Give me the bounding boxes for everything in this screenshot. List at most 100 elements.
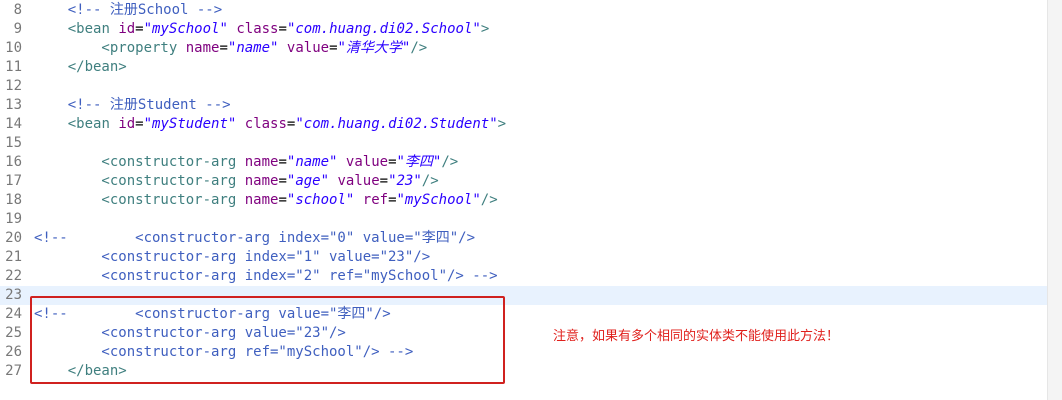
code-line[interactable]: 15 <box>0 134 1048 153</box>
code-token: id <box>118 21 136 37</box>
code-token: class <box>236 21 279 37</box>
code-line[interactable]: 21 <constructor-arg index="1" value="23"… <box>0 248 1048 267</box>
annotation-highlight-box <box>30 296 505 384</box>
code-line[interactable]: 9 <bean id="mySchool" class="com.huang.d… <box>0 20 1048 39</box>
code-token: bean <box>76 116 110 132</box>
code-token: /> <box>421 173 439 189</box>
code-token: < <box>34 154 110 170</box>
line-code: <constructor-arg name="school" ref="mySc… <box>34 191 498 210</box>
line-number: 23 <box>5 287 22 303</box>
code-token: = <box>135 21 144 37</box>
line-number: 26 <box>5 344 22 360</box>
code-token: /> <box>410 40 428 56</box>
code-line[interactable]: 10 <property name="name" value="清华大学"/> <box>0 39 1048 58</box>
code-token: "com.huang.di02.School" <box>286 21 481 37</box>
code-token: < <box>34 192 110 208</box>
code-token: "23" <box>388 173 422 189</box>
code-token: <constructor-arg index="1" value="23"/> <box>34 249 431 265</box>
code-token: class <box>244 116 287 132</box>
code-token: = <box>278 192 287 208</box>
code-token: name <box>244 173 279 189</box>
code-token: = <box>219 40 228 56</box>
code-token: = <box>278 21 287 37</box>
line-number: 16 <box>5 154 22 170</box>
code-token: "myStudent" <box>143 116 237 132</box>
code-token: < <box>34 40 110 56</box>
code-token: < <box>34 116 77 132</box>
line-number: 25 <box>5 325 22 341</box>
line-number: 15 <box>5 135 22 151</box>
code-line[interactable]: 19 <box>0 210 1048 229</box>
line-number: 27 <box>5 363 22 379</box>
line-code: </bean> <box>34 58 127 77</box>
line-code: <!-- <constructor-arg index="0" value="李… <box>34 229 475 248</box>
code-token: bean <box>84 59 119 75</box>
code-token: <!-- 注册School --> <box>67 2 223 18</box>
code-token: > <box>480 21 490 37</box>
code-line[interactable]: 18 <constructor-arg name="school" ref="m… <box>0 191 1048 210</box>
code-token: bean <box>76 21 110 37</box>
code-line[interactable]: 20 <!-- <constructor-arg index="0" value=… <box>0 229 1048 248</box>
line-number: 8 <box>13 2 22 18</box>
line-number: 11 <box>5 59 22 75</box>
code-token: < <box>34 21 77 37</box>
code-editor[interactable]: 8 <!-- 注册School --> 9 <bean id="mySchool"… <box>0 0 1062 400</box>
line-number: 10 <box>5 40 22 56</box>
code-token: /> <box>480 192 498 208</box>
code-token: constructor-arg <box>109 173 237 189</box>
line-number: 17 <box>5 173 22 189</box>
code-token: < <box>34 173 110 189</box>
code-line[interactable]: 12 <box>0 77 1048 96</box>
code-token: = <box>329 40 338 56</box>
code-token: <constructor-arg index="2" ref="mySchool… <box>34 268 498 284</box>
code-token: </ <box>34 59 85 75</box>
code-token: name <box>185 40 220 56</box>
line-number: 13 <box>5 97 22 113</box>
code-line[interactable]: 16 <constructor-arg name="name" value="李… <box>0 153 1048 172</box>
code-token: ref <box>362 192 389 208</box>
line-code: <property name="name" value="清华大学"/> <box>34 39 427 58</box>
line-number: 12 <box>5 78 22 94</box>
code-line[interactable]: 17 <constructor-arg name="age" value="23… <box>0 172 1048 191</box>
code-token: "李四" <box>396 154 442 170</box>
code-token: "com.huang.di02.Student" <box>295 116 498 132</box>
code-token: value <box>337 173 380 189</box>
code-token: id <box>118 116 136 132</box>
code-token: name <box>244 192 279 208</box>
line-number: 19 <box>5 211 22 227</box>
code-token: name <box>244 154 279 170</box>
vertical-scrollbar[interactable] <box>1047 0 1062 400</box>
code-token: constructor-arg <box>109 154 237 170</box>
line-number: 18 <box>5 192 22 208</box>
code-line[interactable]: 13 <!-- 注册Student --> <box>0 96 1048 115</box>
code-token: "name" <box>227 40 279 56</box>
line-number: 24 <box>5 306 22 322</box>
code-line[interactable]: 11 </bean> <box>0 58 1048 77</box>
code-token: "age" <box>286 173 330 189</box>
line-code: <constructor-arg name="age" value="23"/> <box>34 172 439 191</box>
code-token: = <box>278 173 287 189</box>
line-number: 21 <box>5 249 22 265</box>
annotation-note: 注意，如果有多个相同的实体类不能使用此方法！ <box>553 329 840 344</box>
code-token: "school" <box>286 192 355 208</box>
line-number: 20 <box>5 230 22 246</box>
code-token: = <box>388 192 397 208</box>
code-token: <!-- 注册Student --> <box>67 97 231 113</box>
code-token: "清华大学" <box>337 40 411 56</box>
code-line[interactable]: 22 <constructor-arg index="2" ref="mySch… <box>0 267 1048 286</box>
code-token: property <box>109 40 178 56</box>
code-token: = <box>379 173 389 189</box>
code-token: <!-- <constructor-arg index="0" value="李… <box>34 230 476 246</box>
code-token: value <box>286 40 330 56</box>
line-number: 22 <box>5 268 22 284</box>
code-line[interactable]: 14 <bean id="myStudent" class="com.huang… <box>0 115 1048 134</box>
code-line[interactable]: 8 <!-- 注册School --> <box>0 1 1048 20</box>
